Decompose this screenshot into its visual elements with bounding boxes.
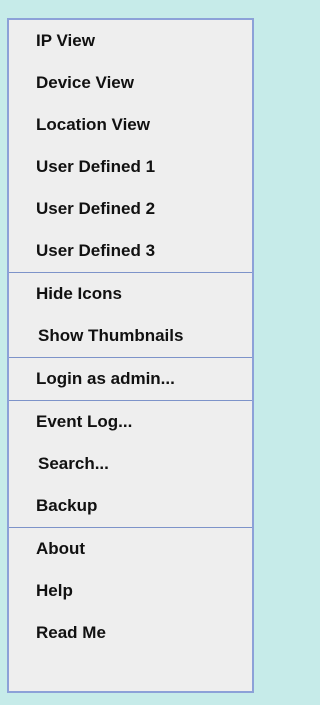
popup-menu: IP View Device View Location View User D… [7,18,254,693]
menu-item-show-thumbnails[interactable]: Show Thumbnails [9,315,252,357]
menu-item-user-defined-1[interactable]: User Defined 1 [9,146,252,188]
menu-item-location-view[interactable]: Location View [9,104,252,146]
menu-group-help: About Help Read Me [9,528,252,654]
menu-item-hide-icons[interactable]: Hide Icons [9,273,252,315]
menu-group-login: Login as admin... [9,358,252,400]
menu-item-read-me[interactable]: Read Me [9,612,252,654]
menu-item-backup[interactable]: Backup [9,485,252,527]
menu-item-device-view[interactable]: Device View [9,62,252,104]
menu-item-ip-view[interactable]: IP View [9,20,252,62]
menu-item-search[interactable]: Search... [9,443,252,485]
menu-item-login-as-admin[interactable]: Login as admin... [9,358,252,400]
menu-group-views: IP View Device View Location View User D… [9,20,252,272]
menu-item-event-log[interactable]: Event Log... [9,401,252,443]
menu-item-about[interactable]: About [9,528,252,570]
menu-group-tools: Event Log... Search... Backup [9,401,252,527]
menu-group-display: Hide Icons Show Thumbnails [9,273,252,357]
menu-item-user-defined-2[interactable]: User Defined 2 [9,188,252,230]
menu-item-help[interactable]: Help [9,570,252,612]
menu-item-user-defined-3[interactable]: User Defined 3 [9,230,252,272]
